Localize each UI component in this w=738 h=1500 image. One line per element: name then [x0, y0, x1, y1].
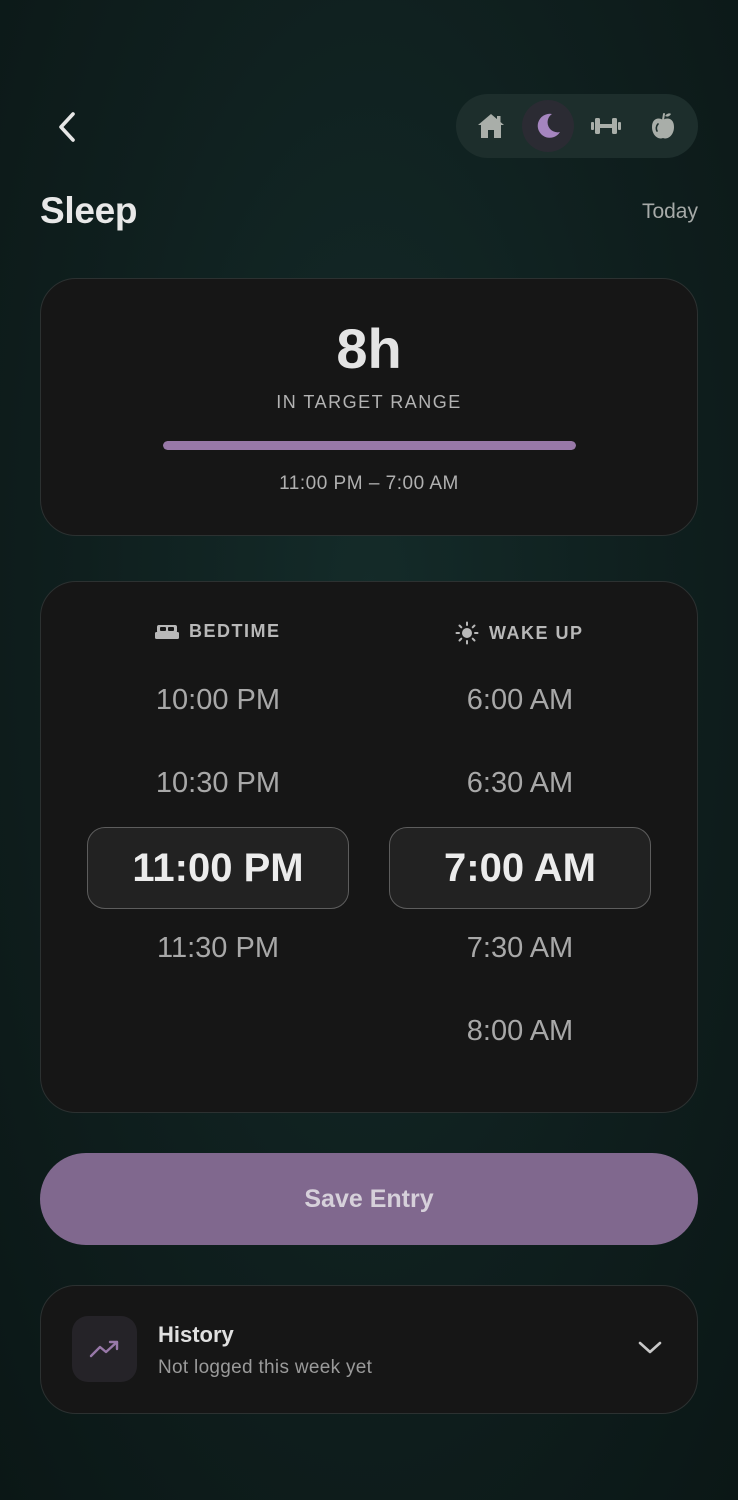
bedtime-option[interactable]: 10:30 PM	[87, 767, 349, 800]
sleep-screen: Sleep Today 8h IN TARGET RANGE 11:00 PM …	[0, 0, 738, 1500]
chevron-down-icon	[638, 1341, 662, 1354]
history-subtitle: Not logged this week yet	[158, 1357, 373, 1378]
sleep-time-range: 11:00 PM – 7:00 AM	[279, 473, 459, 494]
category-nav	[456, 94, 698, 158]
page-title: Sleep	[40, 190, 138, 231]
history-icon-tile	[72, 1316, 137, 1382]
nav-sleep-button[interactable]	[522, 100, 575, 152]
date-label[interactable]: Today	[642, 200, 698, 224]
back-button[interactable]	[44, 104, 90, 150]
wakeup-option[interactable]: 7:30 AM	[389, 932, 651, 965]
wakeup-option-selected[interactable]: 7:00 AM	[389, 827, 651, 909]
target-range-fill	[163, 441, 576, 450]
bedtime-option[interactable]: 11:30 PM	[87, 932, 349, 965]
bedtime-label: BEDTIME	[189, 621, 281, 641]
save-entry-button[interactable]: Save Entry	[40, 1153, 698, 1245]
expand-history-button[interactable]	[636, 1336, 664, 1360]
sun-icon	[455, 621, 479, 645]
trend-up-icon	[89, 1340, 118, 1358]
sleep-duration: 8h	[336, 317, 402, 380]
moon-icon	[537, 113, 561, 138]
wakeup-option[interactable]: 6:00 AM	[389, 684, 651, 717]
bedtime-option[interactable]: 10:00 PM	[87, 684, 349, 717]
target-range-bar	[163, 441, 576, 450]
history-card[interactable]	[40, 1285, 698, 1414]
bedtime-header: BEDTIME	[155, 621, 281, 642]
nav-fitness-button[interactable]	[580, 100, 632, 152]
wakeup-option[interactable]: 6:30 AM	[389, 767, 651, 800]
chevron-left-icon	[59, 112, 75, 142]
wakeup-header: WAKE UP	[455, 621, 584, 645]
home-icon	[477, 114, 504, 138]
bedtime-option-selected[interactable]: 11:00 PM	[87, 827, 349, 909]
history-title: History	[158, 1322, 234, 1347]
nav-nutrition-button[interactable]	[637, 100, 689, 152]
bed-icon	[155, 624, 179, 639]
dumbbell-icon	[590, 118, 621, 134]
apple-icon	[652, 113, 675, 139]
wakeup-label: WAKE UP	[489, 622, 584, 643]
nav-home-button[interactable]	[465, 100, 517, 152]
target-status: IN TARGET RANGE	[276, 392, 462, 412]
wakeup-option[interactable]: 8:00 AM	[389, 1015, 651, 1048]
